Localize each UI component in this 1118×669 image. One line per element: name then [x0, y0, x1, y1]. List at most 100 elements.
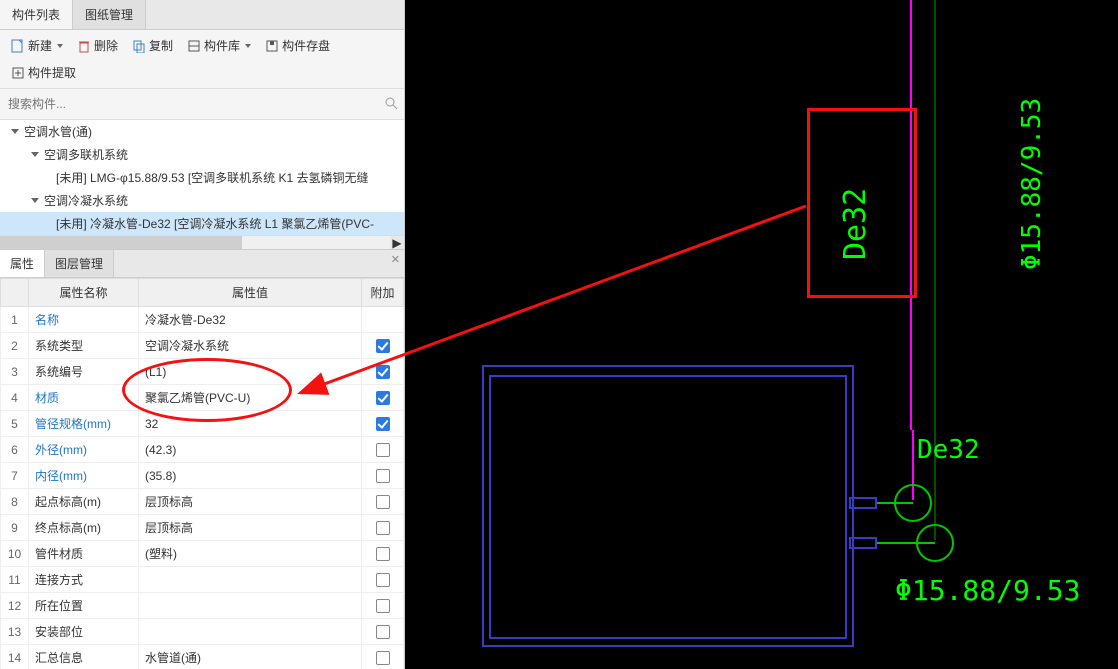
- property-row[interactable]: 7内径(mm)(35.8): [1, 463, 404, 489]
- checkbox[interactable]: [376, 651, 390, 665]
- scroll-thumb[interactable]: [0, 236, 242, 249]
- copy-icon: [132, 39, 146, 53]
- checkbox[interactable]: [376, 417, 390, 431]
- annotation-ellipse: [122, 358, 292, 422]
- top-tabs: 构件列表 图纸管理: [0, 0, 404, 30]
- row-add[interactable]: [362, 307, 404, 333]
- tree-sys1-item[interactable]: [未用] LMG-φ15.88/9.53 [空调多联机系统 K1 去氢磷铜无缝: [0, 166, 404, 189]
- search-icon[interactable]: [384, 96, 398, 113]
- caret-down-icon: [30, 150, 40, 160]
- checkbox[interactable]: [376, 339, 390, 353]
- row-index: 3: [1, 359, 29, 385]
- row-value[interactable]: (42.3): [139, 437, 362, 463]
- row-index: 11: [1, 567, 29, 593]
- row-add[interactable]: [362, 385, 404, 411]
- row-add[interactable]: [362, 515, 404, 541]
- cad-label-de32-small: De32: [917, 435, 980, 465]
- row-value[interactable]: 层顶标高: [139, 489, 362, 515]
- library-button[interactable]: 构件库: [182, 34, 256, 57]
- row-index: 1: [1, 307, 29, 333]
- row-add[interactable]: [362, 567, 404, 593]
- delete-button[interactable]: 删除: [72, 34, 123, 57]
- property-row[interactable]: 9终点标高(m)层顶标高: [1, 515, 404, 541]
- row-name: 系统编号: [29, 359, 139, 385]
- property-row[interactable]: 12所在位置: [1, 593, 404, 619]
- close-icon[interactable]: ✕: [391, 253, 400, 266]
- checkbox[interactable]: [376, 469, 390, 483]
- delete-label: 删除: [94, 37, 118, 54]
- tab-components[interactable]: 构件列表: [0, 0, 73, 29]
- property-row[interactable]: 13安装部位: [1, 619, 404, 645]
- property-row[interactable]: 8起点标高(m)层顶标高: [1, 489, 404, 515]
- row-index: 8: [1, 489, 29, 515]
- property-row[interactable]: 11连接方式: [1, 567, 404, 593]
- property-row[interactable]: 14汇总信息水管道(通): [1, 645, 404, 669]
- property-row[interactable]: 10管件材质(塑料): [1, 541, 404, 567]
- checkbox[interactable]: [376, 443, 390, 457]
- checkbox[interactable]: [376, 573, 390, 587]
- cad-label-phi-side: Φ15.88/9.53: [1017, 98, 1047, 270]
- dropdown-caret-icon: [245, 44, 251, 48]
- row-value[interactable]: 水管道(通): [139, 645, 362, 669]
- row-value[interactable]: 层顶标高: [139, 515, 362, 541]
- checkbox[interactable]: [376, 495, 390, 509]
- property-table: 属性名称 属性值 附加 1名称冷凝水管-De322系统类型空调冷凝水系统3系统编…: [0, 278, 404, 669]
- row-name: 连接方式: [29, 567, 139, 593]
- row-add[interactable]: [362, 333, 404, 359]
- row-value[interactable]: [139, 567, 362, 593]
- dropdown-caret-icon: [57, 44, 63, 48]
- property-row[interactable]: 6外径(mm)(42.3): [1, 437, 404, 463]
- tab-properties[interactable]: 属性: [0, 250, 45, 277]
- checkbox[interactable]: [376, 547, 390, 561]
- checkbox[interactable]: [376, 521, 390, 535]
- tab-drawings[interactable]: 图纸管理: [73, 0, 146, 29]
- property-row[interactable]: 2系统类型空调冷凝水系统: [1, 333, 404, 359]
- save-button[interactable]: 构件存盘: [260, 34, 335, 57]
- row-add[interactable]: [362, 463, 404, 489]
- tree-scrollbar[interactable]: ◀ ▶: [0, 235, 404, 249]
- scroll-right-icon[interactable]: ▶: [390, 236, 404, 249]
- library-icon: [187, 39, 201, 53]
- cad-viewport[interactable]: De32 Φ15.88/9.53 De32 Φ15.88/9.53: [405, 0, 1118, 669]
- toolbar: 新建 删除 复制 构件库: [0, 30, 404, 89]
- row-value[interactable]: 空调冷凝水系统: [139, 333, 362, 359]
- extract-button[interactable]: 构件提取: [6, 61, 81, 84]
- row-add[interactable]: [362, 489, 404, 515]
- row-add[interactable]: [362, 411, 404, 437]
- checkbox[interactable]: [376, 599, 390, 613]
- checkbox[interactable]: [376, 625, 390, 639]
- tree-sys2-item-label: [未用] 冷凝水管-De32 [空调冷凝水系统 L1 聚氯乙烯管(PVC-: [56, 215, 374, 232]
- row-index: 14: [1, 645, 29, 669]
- row-value[interactable]: [139, 593, 362, 619]
- tree-sys1[interactable]: 空调多联机系统: [0, 143, 404, 166]
- row-add[interactable]: [362, 593, 404, 619]
- row-add[interactable]: [362, 437, 404, 463]
- row-name: 外径(mm): [29, 437, 139, 463]
- row-name: 管径规格(mm): [29, 411, 139, 437]
- row-add[interactable]: [362, 359, 404, 385]
- row-name: 安装部位: [29, 619, 139, 645]
- copy-button[interactable]: 复制: [127, 34, 178, 57]
- row-value[interactable]: (35.8): [139, 463, 362, 489]
- tree-root[interactable]: 空调水管(通): [0, 120, 404, 143]
- property-table-wrap[interactable]: 属性名称 属性值 附加 1名称冷凝水管-De322系统类型空调冷凝水系统3系统编…: [0, 278, 404, 669]
- row-index: 10: [1, 541, 29, 567]
- row-name: 所在位置: [29, 593, 139, 619]
- row-add[interactable]: [362, 619, 404, 645]
- new-button[interactable]: 新建: [6, 34, 68, 57]
- row-add[interactable]: [362, 541, 404, 567]
- row-value[interactable]: 冷凝水管-De32: [139, 307, 362, 333]
- row-value[interactable]: [139, 619, 362, 645]
- search-input[interactable]: [6, 93, 384, 115]
- row-add[interactable]: [362, 645, 404, 669]
- row-index: 12: [1, 593, 29, 619]
- checkbox[interactable]: [376, 391, 390, 405]
- tree-sys2[interactable]: 空调冷凝水系统: [0, 189, 404, 212]
- tab-layers[interactable]: 图层管理: [45, 250, 114, 277]
- tree-panel[interactable]: 空调水管(通) 空调多联机系统 [未用] LMG-φ15.88/9.53 [空调…: [0, 120, 404, 250]
- tree-sys2-item[interactable]: [未用] 冷凝水管-De32 [空调冷凝水系统 L1 聚氯乙烯管(PVC-: [0, 212, 404, 235]
- row-value[interactable]: (塑料): [139, 541, 362, 567]
- checkbox[interactable]: [376, 365, 390, 379]
- col-index-header: [1, 279, 29, 307]
- property-row[interactable]: 1名称冷凝水管-De32: [1, 307, 404, 333]
